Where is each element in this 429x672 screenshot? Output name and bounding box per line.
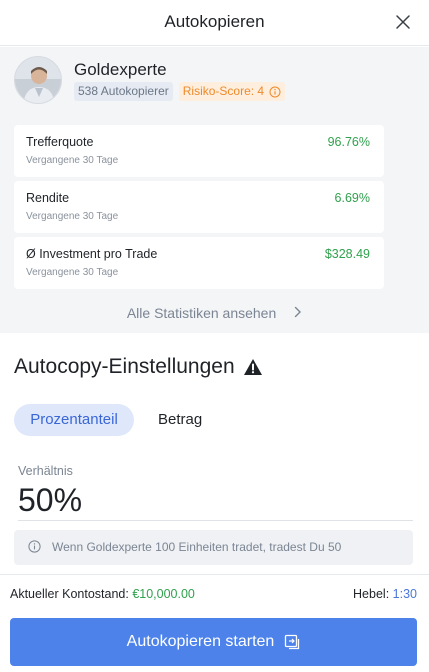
trader-name[interactable]: Goldexperte <box>74 60 167 80</box>
stat-card-avg-investment: Ø Investment pro Trade Vergangene 30 Tag… <box>14 237 384 289</box>
stat-period: Vergangene 30 Tage <box>26 155 119 166</box>
stat-card-return: Rendite Vergangene 30 Tage 6.69% <box>14 181 384 233</box>
stat-period: Vergangene 30 Tage <box>26 211 119 222</box>
balance-value: €10,000.00 <box>132 587 195 601</box>
leverage-label: Hebel: <box>353 587 390 601</box>
settings-heading: Autocopy-Einstellungen <box>14 355 263 379</box>
all-stats-link[interactable]: Alle Statistiken ansehen <box>0 305 429 321</box>
info-icon[interactable] <box>269 86 281 98</box>
start-autocopy-button[interactable]: Autokopieren starten <box>10 618 417 666</box>
balance-label: Aktueller Kontostand: <box>10 587 129 601</box>
modal-header: Autokopieren <box>0 0 429 46</box>
risk-score-badge[interactable]: Risiko-Score: 4 <box>178 82 286 101</box>
info-text: Wenn Goldexperte 100 Einheiten tradet, t… <box>52 540 342 554</box>
settings-title: Autocopy-Einstellungen <box>14 355 235 378</box>
stat-label: Trefferquote <box>26 135 94 149</box>
warning-icon[interactable] <box>243 358 263 376</box>
copy-icon <box>285 634 300 650</box>
risk-score-label: Risiko-Score: 4 <box>182 84 265 98</box>
start-autocopy-label: Autokopieren starten <box>126 633 275 650</box>
stat-value: 96.76% <box>327 135 370 149</box>
tab-amount[interactable]: Betrag <box>158 404 202 436</box>
ratio-input[interactable]: 50% <box>18 482 82 519</box>
avatar <box>14 56 62 104</box>
divider <box>0 574 429 575</box>
info-box: Wenn Goldexperte 100 Einheiten tradet, t… <box>14 530 413 565</box>
all-stats-label: Alle Statistiken ansehen <box>126 305 277 321</box>
info-icon <box>28 540 41 558</box>
copiers-badge: 538 Autokopierer <box>74 82 173 101</box>
leverage-value: 1:30 <box>392 587 417 601</box>
stat-value: $328.49 <box>324 247 370 261</box>
close-icon[interactable] <box>395 14 411 30</box>
stat-label: Rendite <box>26 191 70 205</box>
account-balance: Aktueller Kontostand: €10,000.00 <box>10 587 195 601</box>
leverage[interactable]: Hebel: 1:30 <box>353 587 417 601</box>
tab-percentage[interactable]: Prozentanteil <box>14 404 134 436</box>
stat-card-hit-rate: Trefferquote Vergangene 30 Tage 96.76% <box>14 125 384 177</box>
trader-badges: 538 Autokopierer Risiko-Score: 4 <box>74 82 286 101</box>
ratio-label: Verhältnis <box>18 464 73 478</box>
trader-summary: Goldexperte 538 Autokopierer Risiko-Scor… <box>0 47 429 333</box>
ratio-underline <box>18 520 413 521</box>
modal-title: Autokopieren <box>164 12 265 31</box>
stat-label: Ø Investment pro Trade <box>26 247 158 261</box>
stat-period: Vergangene 30 Tage <box>26 267 119 278</box>
chevron-right-icon <box>294 305 302 321</box>
stat-value: 6.69% <box>334 191 370 205</box>
